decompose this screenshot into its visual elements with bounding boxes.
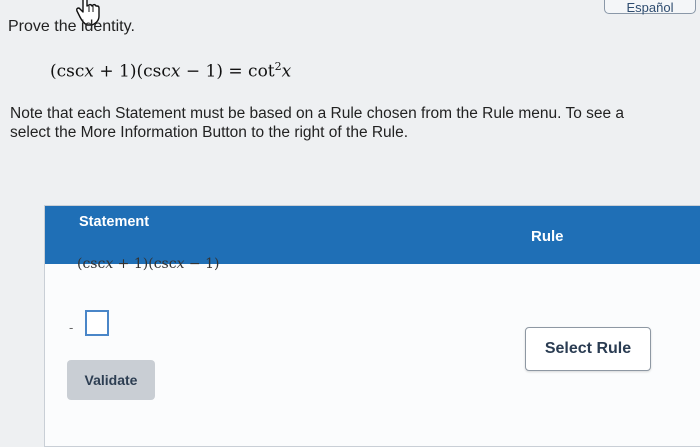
instructions-note: Note that each Statement must be based o… xyxy=(10,104,700,142)
identity-equation: (cscx + 1)(cscx − 1) = cot2x xyxy=(50,60,291,82)
stmt-part: + 1)(csc xyxy=(113,256,177,272)
identity-var: x xyxy=(281,61,292,82)
statement-row-1: (cscx + 1)(cscx − 1) xyxy=(77,256,219,272)
identity-lhs-close: − 1) = cot xyxy=(180,61,275,82)
stmt-part: − 1) xyxy=(184,256,220,272)
validate-button[interactable]: Validate xyxy=(67,360,155,400)
identity-var: x xyxy=(170,61,181,82)
statement-row-2-prefix: - xyxy=(69,320,74,335)
statement-input-box[interactable] xyxy=(85,310,109,336)
rule-column-header: Rule xyxy=(531,228,564,245)
problem-prompt: Prove the identity. xyxy=(8,18,135,35)
identity-var: x xyxy=(84,61,94,82)
identity-lhs-mid: + 1)(csc xyxy=(94,61,171,82)
statement-column-header: Statement xyxy=(79,214,150,230)
note-line: select the More Information Button to th… xyxy=(10,124,409,141)
stmt-part: (csc xyxy=(77,256,106,272)
language-toggle-button[interactable]: Español xyxy=(604,0,696,15)
identity-lhs-open: (csc xyxy=(50,61,85,82)
proof-table: Statement Rule (cscx + 1)(cscx − 1) - Se… xyxy=(44,205,700,447)
identity-exponent: 2 xyxy=(274,60,282,73)
note-line: Note that each Statement must be based o… xyxy=(10,105,625,122)
select-rule-button[interactable]: Select Rule xyxy=(525,327,651,371)
